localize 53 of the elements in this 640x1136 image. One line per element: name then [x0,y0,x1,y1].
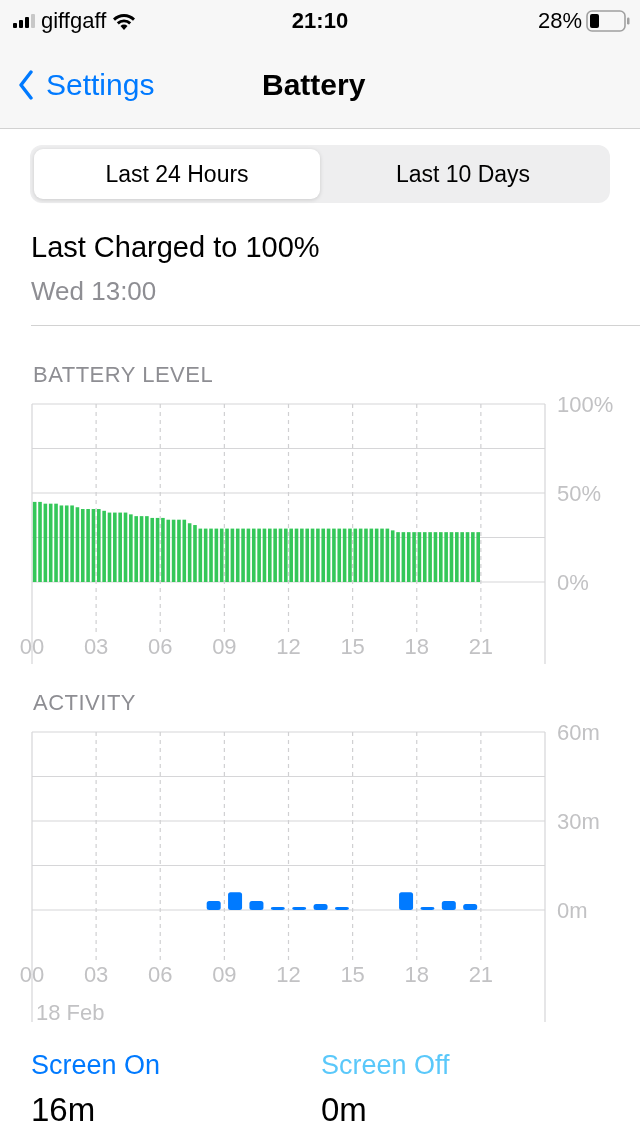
date-label: 18 Feb [36,1000,105,1025]
wifi-icon [112,12,137,30]
usage-value: 16m [31,1091,97,1129]
battery-icon [586,10,630,32]
axis-label: 0m [557,898,588,923]
activity-bar [292,907,307,910]
axis-label: 21 [468,634,494,659]
activity-bar [399,892,414,910]
axis-label: 18 [404,634,429,659]
axis-label: 15 [340,634,365,659]
activity-bar [313,904,328,910]
axis-label: 12 [276,962,301,987]
activity-bar [228,892,243,910]
axis-label: 0% [557,570,589,595]
last-charged-time: Wed 13:00 [31,276,158,307]
axis-label: 00 [19,634,45,659]
activity-bar [420,907,435,910]
activity-heading: ACTIVITY [33,690,137,716]
last-charged-title: Last Charged to 100% [31,231,321,264]
axis-label: 100% [557,392,614,417]
segment-tab[interactable]: Last 24 Hours [34,149,320,199]
axis-label: 12 [276,634,301,659]
usage-label: Screen Off [321,1050,451,1081]
axis-label: 60m [557,720,600,745]
activity-bar [334,907,349,910]
back-button[interactable]: Settings [18,68,155,102]
axis-label: 50% [557,481,602,506]
carrier-name: giffgaff [41,8,107,34]
activity-bar [270,907,285,910]
axis-label: 09 [212,634,237,659]
battery-percentage: 28% [537,8,582,34]
axis-label: 30m [557,809,600,834]
axis-label: 21 [468,962,494,987]
activity-bar [441,901,456,910]
usage-value: 0m [321,1091,368,1129]
battery-level-heading: BATTERY LEVEL [33,362,215,388]
back-chevron-icon [18,70,34,100]
axis-label: 15 [340,962,365,987]
activity-bar [463,904,478,910]
signal-icon [13,14,35,28]
segment-tab[interactable]: Last 10 Days [320,149,606,199]
axis-label: 03 [83,962,109,987]
axis-label: 09 [212,962,237,987]
activity-bar [249,901,264,910]
axis-label: 00 [19,962,45,987]
page-title: Battery [262,68,366,102]
axis-label: 06 [148,962,173,987]
axis-label: 18 [404,962,429,987]
axis-label: 03 [83,634,109,659]
usage-label: Screen On [31,1050,162,1081]
axis-label: 06 [148,634,173,659]
clock-time: 21:10 [291,8,349,34]
activity-bar [206,901,221,910]
